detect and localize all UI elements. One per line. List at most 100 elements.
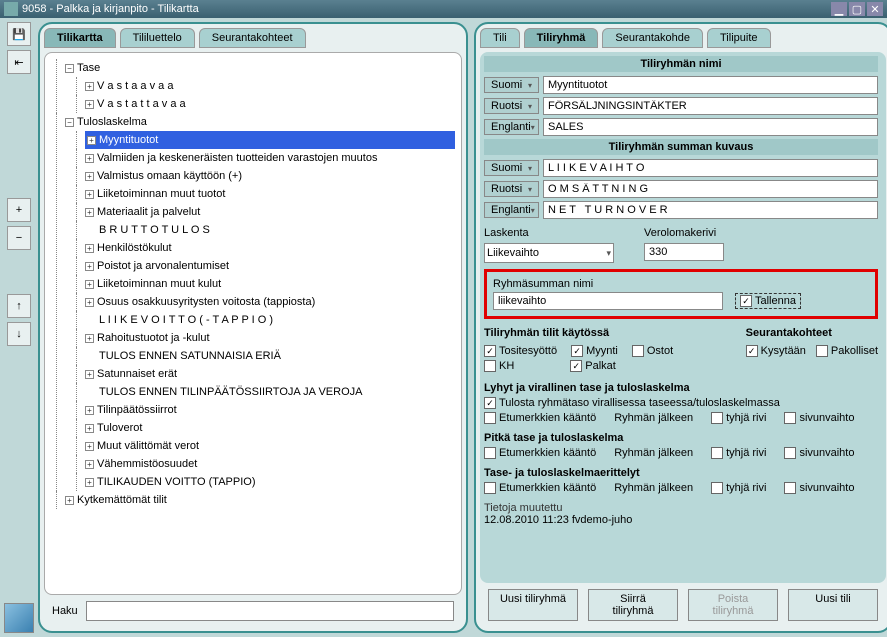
ryhma-input[interactable] [493,292,723,310]
tree-item[interactable]: +Osuus osakkuusyritysten voitosta (tappi… [85,293,455,311]
search-input[interactable] [86,601,454,621]
verolomake-input[interactable] [644,243,724,261]
lang-sv-1[interactable]: Ruotsi [484,98,539,114]
tree-item-label: Muut välittömät verot [97,437,199,455]
right-panel: Tili Tiliryhmä Seurantakohde Tilipuite T… [474,22,887,633]
tree-kytkemattomat[interactable]: +Kytkemättömät tilit [65,491,455,509]
chk-g2-etum[interactable]: Etumerkkien kääntö [484,447,596,459]
chk-g1-tyhja[interactable]: tyhjä rivi [711,412,766,424]
chk-palkat[interactable]: Palkat [570,360,616,372]
lang-fi-2[interactable]: Suomi [484,160,539,176]
highlight-ryhmasumma: Ryhmäsumman nimi Tallenna [484,269,878,319]
tab-seurantakohde[interactable]: Seurantakohde [602,28,703,48]
chk-ostot[interactable]: Ostot [632,345,673,357]
chk-g2-sivun[interactable]: sivunvaihto [784,447,854,459]
tree-item[interactable]: +Satunnaiset erät [85,365,455,383]
muutettu-value: 12.08.2010 11:23 fvdemo-juho [484,514,878,526]
chk-g3-etum[interactable]: Etumerkkien kääntö [484,482,596,494]
tree-item-label: Poistot ja arvonalentumiset [97,257,229,275]
plus-icon[interactable]: + [7,198,31,222]
tree-item-label: Osuus osakkuusyritysten voitosta (tappio… [97,293,315,311]
tree-item[interactable]: +Muut välittömät verot [85,437,455,455]
tallenna-checkbox[interactable] [740,295,752,307]
search-label: Haku [52,605,78,617]
tallenna-button[interactable]: Tallenna [735,293,801,309]
g1-title: Lyhyt ja virallinen tase ja tuloslaskelm… [484,382,878,394]
maximize-icon[interactable]: ▢ [849,2,865,16]
tree-item[interactable]: +Poistot ja arvonalentumiset [85,257,455,275]
poista-button[interactable]: Poista tiliryhmä [688,589,778,621]
tree-item-label: B R U T T O T U L O S [99,221,210,239]
form: Tiliryhmän nimi Suomi Ruotsi Englanti Ti… [480,52,886,583]
tab-tililuettelo[interactable]: Tililuettelo [120,28,195,48]
back-icon[interactable]: ⇤ [7,50,31,74]
tree-item-label: TILIKAUDEN VOITTO (TAPPIO) [97,473,256,491]
tree-item[interactable]: +Materiaalit ja palvelut [85,203,455,221]
siirra-button[interactable]: Siirrä tiliryhmä [588,589,678,621]
chk-g1-etum[interactable]: Etumerkkien kääntö [484,412,596,424]
tree-item[interactable]: +Valmiiden ja keskeneräisten tuotteiden … [85,149,455,167]
tree-item[interactable]: +Myyntituotot [85,131,455,149]
chk-g1-sivun[interactable]: sivunvaihto [784,412,854,424]
tree-vastaavaa[interactable]: +V a s t a a v a a [85,77,455,95]
minus-icon[interactable]: − [7,226,31,250]
chk-kysytaan[interactable]: Kysytään [746,345,806,357]
name-en[interactable] [543,118,878,136]
tree-root-tase[interactable]: −Tase [65,59,455,77]
tab-seurantakohteet[interactable]: Seurantakohteet [199,28,306,48]
name-sv[interactable] [543,97,878,115]
chk-pakolliset[interactable]: Pakolliset [816,345,878,357]
lang-en-2[interactable]: Englanti [484,202,539,218]
tree-item[interactable]: +Tuloverot [85,419,455,437]
tree-item[interactable]: B R U T T O T U L O S [85,221,455,239]
tree-item[interactable]: +Valmistus omaan käyttöön (+) [85,167,455,185]
up-icon[interactable]: ↑ [7,294,31,318]
tree-item-label: Tuloverot [97,419,142,437]
tree-item[interactable]: L I I K E V O I T T O ( - T A P P I O ) [85,311,455,329]
tab-tilikartta[interactable]: Tilikartta [44,28,116,48]
sum-fi[interactable] [543,159,878,177]
sum-en[interactable] [543,201,878,219]
tree-item[interactable]: +Rahoitustuotot ja -kulut [85,329,455,347]
tree-item[interactable]: TULOS ENNEN TILINPÄÄTÖSSIIRTOJA JA VEROJ… [85,383,455,401]
tilit-title: Tiliryhmän tilit käytössä [484,327,726,339]
tree-item[interactable]: +Tilinpäätössiirrot [85,401,455,419]
close-icon[interactable]: ✕ [867,2,883,16]
chk-kh[interactable]: KH [484,360,514,372]
laskenta-label: Laskenta [484,227,614,239]
sum-sv[interactable] [543,180,878,198]
tree: −Tase +V a s t a a v a a +V a s t a t t … [51,59,455,509]
chk-g2-tyhja[interactable]: tyhjä rivi [711,447,766,459]
tab-tili[interactable]: Tili [480,28,520,48]
lang-en-1[interactable]: Englanti [484,119,539,135]
tree-item[interactable]: +Liiketoiminnan muut tuotot [85,185,455,203]
tree-tuloslaskelma[interactable]: −Tuloslaskelma [65,113,455,131]
tree-item[interactable]: +Henkilöstökulut [85,239,455,257]
lang-fi-1[interactable]: Suomi [484,77,539,93]
tree-item[interactable]: +TILIKAUDEN VOITTO (TAPPIO) [85,473,455,491]
left-panel: Tilikartta Tililuettelo Seurantakohteet … [38,22,468,633]
ryhma-label: Ryhmäsumman nimi [493,278,869,290]
chk-g3-sivun[interactable]: sivunvaihto [784,482,854,494]
tree-item[interactable]: +Liiketoiminnan muut kulut [85,275,455,293]
minimize-icon[interactable]: ▁ [831,2,847,16]
tab-tilipuite[interactable]: Tilipuite [707,28,771,48]
laskenta-combo[interactable]: Liikevaihto [484,243,614,263]
tree-item[interactable]: +Vähemmistöosuudet [85,455,455,473]
chk-tositesyotto[interactable]: Tositesyöttö [484,345,557,357]
chk-myynti[interactable]: Myynti [571,345,618,357]
g2-ryhman-label: Ryhmän jälkeen [614,447,693,459]
name-fi[interactable] [543,76,878,94]
tree-item-label: Liiketoiminnan muut kulut [97,275,221,293]
tree-item[interactable]: TULOS ENNEN SATUNNAISIA ERIÄ [85,347,455,365]
lang-sv-2[interactable]: Ruotsi [484,181,539,197]
tree-item-label: Vähemmistöosuudet [97,455,197,473]
uusi-tili-button[interactable]: Uusi tili [788,589,878,621]
tab-tiliryhma[interactable]: Tiliryhmä [524,28,599,48]
chk-g1a[interactable]: Tulosta ryhmätaso virallisessa taseessa/… [484,397,878,409]
save-icon[interactable]: 💾 [7,22,31,46]
tree-vastattavaa[interactable]: +V a s t a t t a v a a [85,95,455,113]
chk-g3-tyhja[interactable]: tyhjä rivi [711,482,766,494]
uusi-tiliryhma-button[interactable]: Uusi tiliryhmä [488,589,578,621]
down-icon[interactable]: ↓ [7,322,31,346]
